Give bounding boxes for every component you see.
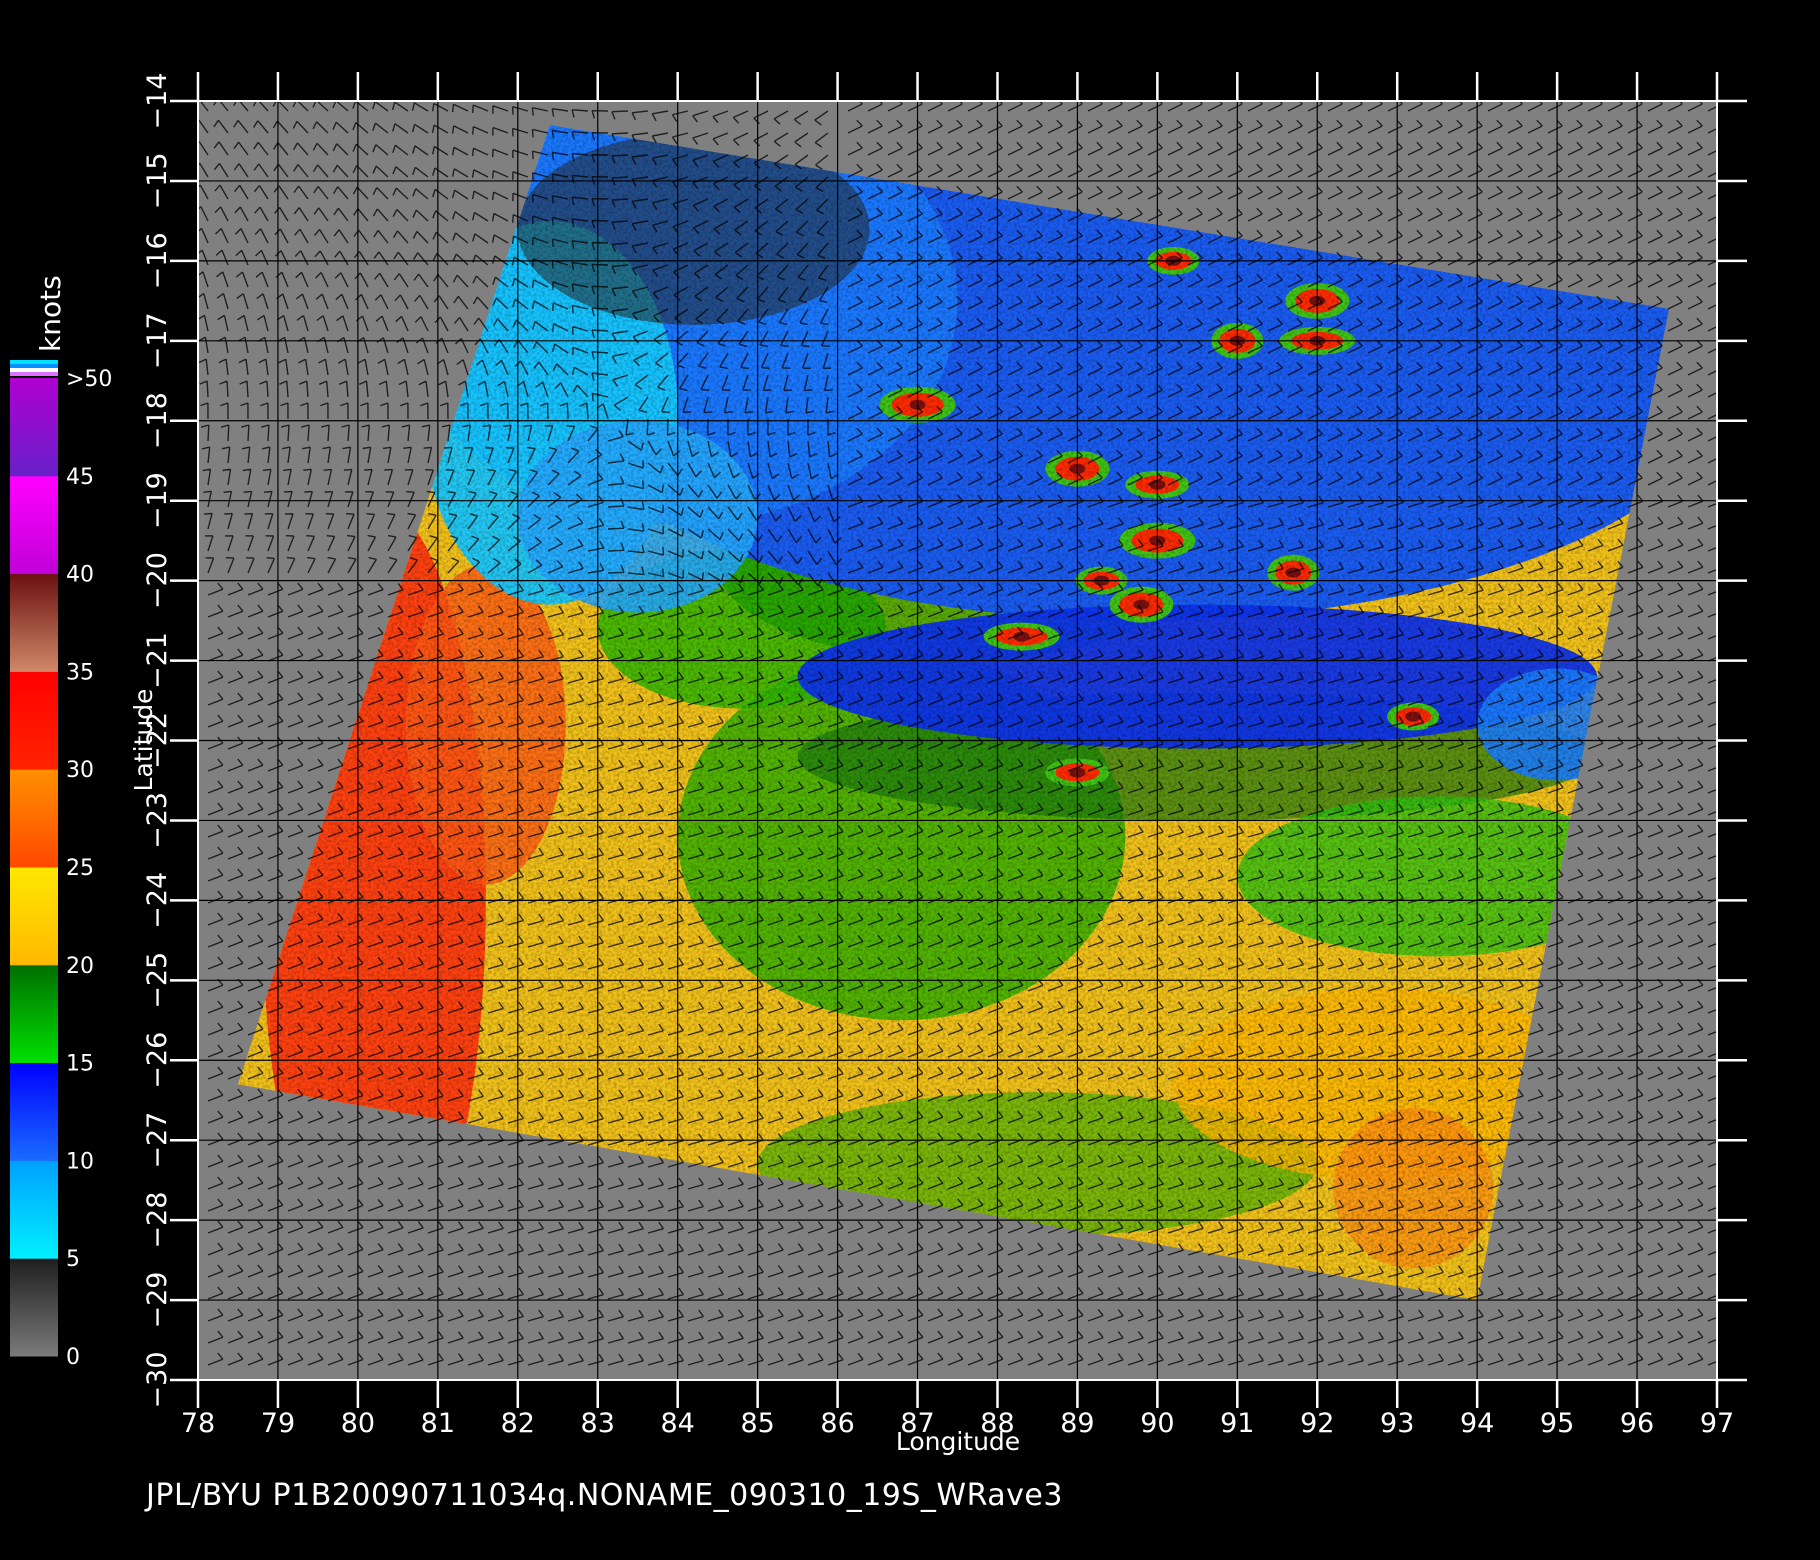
colorbar-label: 40 xyxy=(66,563,94,588)
colorbar-label: 35 xyxy=(66,660,94,685)
colorbar-band xyxy=(10,964,58,1064)
colorbar-band xyxy=(10,867,58,966)
colorbar-label: 25 xyxy=(66,856,94,881)
footer-caption: JPL/BYU P1B20090711034q.NONAME_090310_19… xyxy=(146,1478,1063,1513)
x-axis-label: Longitude xyxy=(896,1427,1020,1456)
x-tick-label: 93 xyxy=(1380,1408,1414,1439)
x-tick-label: 79 xyxy=(261,1408,295,1439)
y-axis-label: Latitude xyxy=(129,689,158,792)
x-tick-label: 90 xyxy=(1140,1408,1174,1439)
y-tick-label: −28 xyxy=(142,1192,173,1249)
x-tick-label: 97 xyxy=(1700,1408,1734,1439)
y-tick-label: −29 xyxy=(142,1272,173,1329)
y-tick-label: −15 xyxy=(142,152,173,209)
y-tick-label: −30 xyxy=(142,1352,173,1409)
x-tick-label: 83 xyxy=(581,1408,615,1439)
x-tick-label: 95 xyxy=(1540,1408,1574,1439)
y-tick-label: −17 xyxy=(142,312,173,369)
colorbar-band xyxy=(10,1062,58,1161)
y-tick-label: −26 xyxy=(142,1032,173,1089)
y-tick-label: −14 xyxy=(142,73,173,130)
colorbar-overflow-stripe xyxy=(10,364,58,368)
x-tick-label: 81 xyxy=(421,1408,455,1439)
x-tick-label: 94 xyxy=(1460,1408,1494,1439)
colorbar-label: 20 xyxy=(66,954,94,979)
y-tick-label: −27 xyxy=(142,1112,173,1169)
x-tick-label: 82 xyxy=(501,1408,535,1439)
x-tick-label: 78 xyxy=(181,1408,215,1439)
x-tick-label: 96 xyxy=(1620,1408,1654,1439)
colorbar-label: >50 xyxy=(66,367,112,392)
y-tick-label: −18 xyxy=(142,392,173,449)
colorbar-label: 0 xyxy=(66,1345,80,1370)
x-tick-label: 91 xyxy=(1220,1408,1254,1439)
colorbar-unit-label: knots xyxy=(34,275,67,352)
x-tick-label: 80 xyxy=(341,1408,375,1439)
colorbar-label: 45 xyxy=(66,465,94,490)
colorbar-band xyxy=(10,671,58,770)
colorbar-label: 15 xyxy=(66,1052,94,1077)
y-tick-label: −16 xyxy=(142,232,173,289)
y-tick-label: −25 xyxy=(142,952,173,1009)
y-tick-label: −24 xyxy=(142,872,173,929)
x-tick-label: 89 xyxy=(1060,1408,1094,1439)
x-tick-label: 85 xyxy=(740,1408,774,1439)
colorbar-overflow-stripe xyxy=(10,368,58,372)
x-tick-label: 84 xyxy=(661,1408,695,1439)
colorbar-band xyxy=(10,1258,58,1357)
colorbar xyxy=(10,360,58,1357)
colorbar-band xyxy=(10,573,58,672)
x-tick-label: 86 xyxy=(820,1408,854,1439)
y-tick-label: −23 xyxy=(142,792,173,849)
colorbar-labels: >50 45 40 35 30 25 20 15 10 5 0 xyxy=(66,367,112,1370)
y-tick-label: −21 xyxy=(142,632,173,689)
colorbar-band xyxy=(10,1160,58,1259)
y-tick-label: −20 xyxy=(142,552,173,609)
colorbar-overflow-stripe xyxy=(10,360,58,364)
colorbar-overflow-stripe xyxy=(10,372,58,376)
colorbar-band xyxy=(10,769,58,868)
colorbar-band xyxy=(10,475,58,575)
colorbar-label: 30 xyxy=(66,758,94,783)
wind-map-figure: 78 79 80 81 82 83 84 85 86 87 88 89 90 91 92 93 94 95 96 97… xyxy=(10,72,1747,1456)
colorbar-label: 5 xyxy=(66,1247,80,1272)
colorbar-band xyxy=(10,378,58,477)
y-tick-label: −19 xyxy=(142,472,173,529)
x-tick-label: 92 xyxy=(1300,1408,1334,1439)
colorbar-label: 10 xyxy=(66,1149,94,1174)
